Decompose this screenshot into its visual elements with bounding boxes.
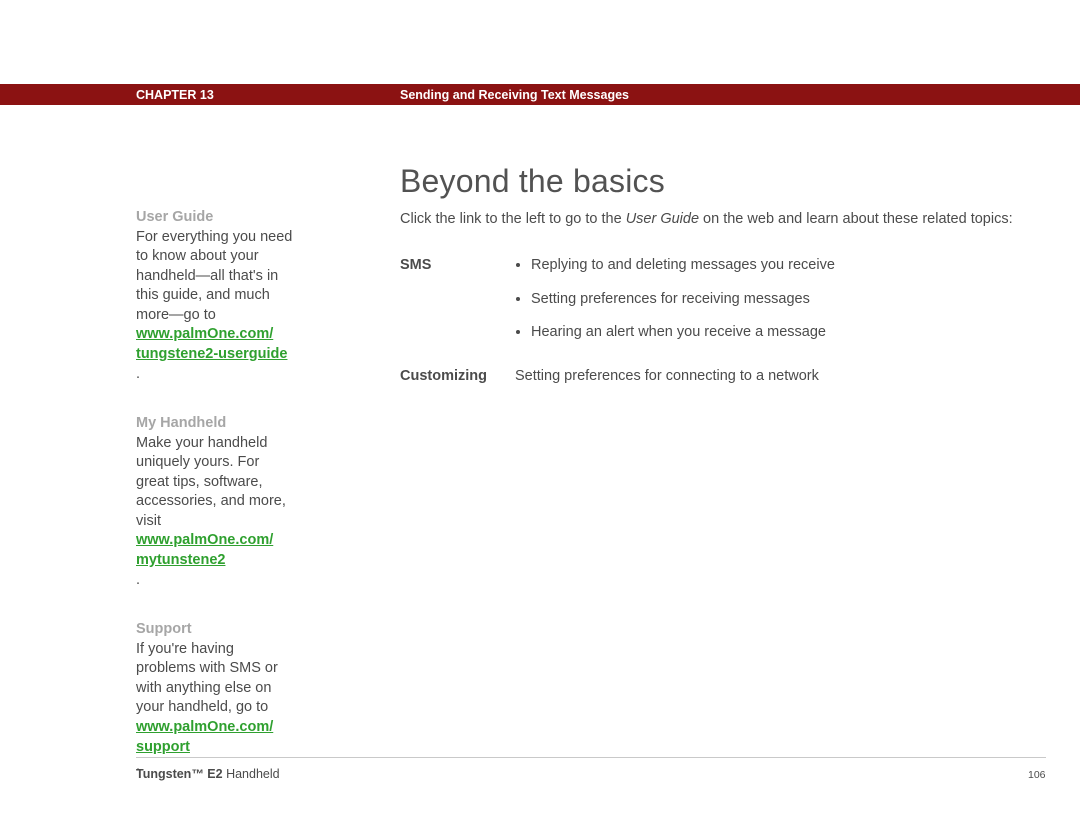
link-line1: www.palmOne.com/ [136, 718, 294, 738]
intro-suffix: on the web and learn about these related… [699, 211, 1013, 227]
sidebar-block-support: Support If you're having problems with S… [136, 620, 294, 777]
chapter-header-bar: CHAPTER 13 Sending and Receiving Text Me… [0, 84, 1080, 105]
footer-product-bold: Tungsten™ E2 [136, 767, 223, 781]
link-line1: www.palmOne.com/ [136, 325, 294, 345]
sidebar-body-my-handheld: Make your handheld uniquely yours. For g… [136, 435, 286, 529]
period: . [136, 366, 140, 382]
sidebar-block-user-guide: User Guide For everything you need to kn… [136, 208, 294, 384]
footer-product-rest: Handheld [223, 767, 280, 781]
intro-prefix: Click the link to the left to go to the [400, 211, 626, 227]
support-link[interactable]: www.palmOne.com/ support [136, 718, 294, 757]
footer-page-number: 106 [1028, 768, 1046, 782]
link-line2: mytunstene2 [136, 552, 225, 568]
period: . [136, 572, 140, 588]
topic-label-customizing: Customizing [400, 367, 515, 387]
link-line2: tungstene2-userguide [136, 346, 287, 362]
sidebar-block-my-handheld: My Handheld Make your handheld uniquely … [136, 414, 294, 590]
sidebar-head-support: Support [136, 620, 294, 640]
topic-label-sms: SMS [400, 256, 515, 276]
sidebar-head-my-handheld: My Handheld [136, 414, 294, 434]
footer-divider [136, 757, 1046, 758]
list-item: Replying to and deleting messages you re… [531, 256, 1040, 276]
sidebar: User Guide For everything you need to kn… [136, 208, 294, 807]
sidebar-head-user-guide: User Guide [136, 208, 294, 228]
topic-row-sms: SMS Replying to and deleting messages yo… [400, 256, 1040, 357]
link-line2: support [136, 739, 190, 755]
topic-content-sms: Replying to and deleting messages you re… [515, 256, 1040, 357]
list-item: Setting preferences for receiving messag… [531, 290, 1040, 310]
my-handheld-link[interactable]: www.palmOne.com/ mytunstene2 [136, 531, 294, 570]
sidebar-body-user-guide: For everything you need to know about yo… [136, 229, 292, 323]
topic-row-customizing: Customizing Setting preferences for conn… [400, 367, 1040, 387]
footer-product: Tungsten™ E2 Handheld [136, 766, 280, 783]
chapter-section-title: Sending and Receiving Text Messages [400, 87, 629, 104]
topics-container: SMS Replying to and deleting messages yo… [400, 250, 1040, 396]
intro-emphasis: User Guide [626, 211, 699, 227]
page-title: Beyond the basics [400, 160, 665, 203]
chapter-label: CHAPTER 13 [136, 87, 214, 104]
sidebar-body-support: If you're having problems with SMS or wi… [136, 641, 278, 716]
topic-content-customizing: Setting preferences for connecting to a … [515, 367, 1040, 387]
link-line1: www.palmOne.com/ [136, 531, 294, 551]
user-guide-link[interactable]: www.palmOne.com/ tungstene2-userguide [136, 325, 294, 364]
list-item: Hearing an alert when you receive a mess… [531, 323, 1040, 343]
intro-text: Click the link to the left to go to the … [400, 210, 1040, 230]
